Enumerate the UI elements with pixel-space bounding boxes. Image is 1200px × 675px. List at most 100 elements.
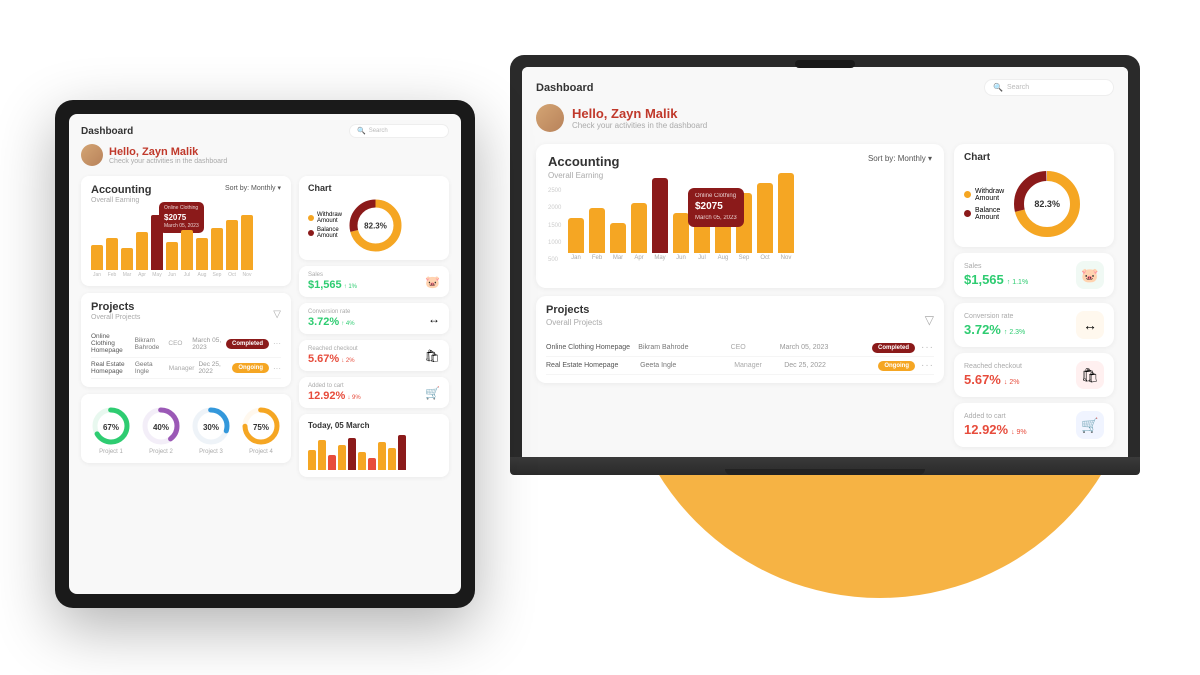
projects-subtitle: Overall Projects [546, 318, 602, 327]
t-bar-jul [181, 230, 193, 270]
svg-text:75%: 75% [253, 423, 269, 432]
tablet-bar-chart [91, 210, 281, 270]
bar-jan: Jan [568, 218, 584, 261]
tablet-stat-label-checkout: Reached checkout [308, 346, 358, 352]
laptop-right-panel: Chart WithdrawAmount BalanceA [954, 144, 1114, 440]
tablet-row-dots[interactable]: ··· [273, 339, 281, 348]
t-bar-mar [121, 248, 133, 270]
stat-icon-checkout: 🛍 [1076, 361, 1104, 389]
donut-value: 82.3% [1034, 199, 1060, 209]
tablet-today-title: Today, 05 March [308, 421, 440, 430]
stat-value-cart: 12.92% [964, 422, 1008, 437]
tablet-search-icon: 🔍 [357, 127, 366, 135]
projects-header: Projects Overall Projects ▽ [546, 304, 934, 335]
accounting-subtitle: Overall Earning [548, 171, 620, 180]
table-row: Online Clothing Homepage Bikram Bahrode … [546, 339, 934, 357]
tablet-donut-value: 82.3% [364, 221, 387, 230]
legend-dot-balance [964, 210, 971, 217]
tablet-sort[interactable]: Sort by: Monthly ▾ [225, 184, 281, 192]
tablet-stat-info-cart: Added to cart 12.92% ↓ 9% [308, 383, 361, 402]
tablet-table-row: Real Estate Homepage Geeta Ingle Manager… [91, 358, 281, 379]
today-bar-10 [398, 435, 406, 470]
svg-text:40%: 40% [153, 423, 169, 432]
stat-card-conversion: Conversion rate 3.72% ↑ 2.3% ↔ [954, 303, 1114, 347]
today-bar-4 [338, 445, 346, 470]
tablet-chart-inner: WithdrawAmount BalanceAmount [308, 198, 440, 253]
accounting-title: Accounting [548, 154, 620, 169]
today-bar-8 [378, 442, 386, 470]
legend-label-balance: BalanceAmount [975, 207, 1000, 221]
filter-icon[interactable]: ▽ [925, 313, 934, 327]
circle-svg-2: 40% [141, 406, 181, 446]
chart-card: Chart WithdrawAmount BalanceA [954, 144, 1114, 247]
y-axis-labels: 2500 2000 1500 1000 500 [548, 188, 561, 263]
tablet-stat-cart: Added to cart 12.92% ↓ 9% 🛒 [299, 377, 449, 408]
laptop-user-subtitle: Check your activities in the dashboard [572, 121, 707, 130]
today-bar-3 [328, 455, 336, 470]
tablet-filter-icon[interactable]: ▽ [273, 309, 281, 320]
tablet-right-panel: Chart WithdrawAmount BalanceA [299, 176, 449, 477]
laptop-search-bar[interactable]: 🔍 Search [984, 79, 1114, 96]
bar-apr: Apr [631, 203, 647, 261]
bar-chart: Jan Feb Mar Apr May Jun Jul Aug Sep [568, 188, 932, 263]
laptop-dashboard: Dashboard 🔍 Search Hello, Zayn Malik Che… [522, 67, 1128, 457]
tablet-accounting-sub: Overall Earning [91, 197, 152, 204]
tablet-chart-card: Chart WithdrawAmount BalanceA [299, 176, 449, 260]
laptop-user-info: Hello, Zayn Malik Check your activities … [572, 106, 707, 130]
circle-svg-1: 67% [91, 406, 131, 446]
row-dots-menu[interactable]: ··· [921, 342, 934, 353]
search-icon: 🔍 [993, 83, 1003, 92]
status-badge-completed: Completed [872, 343, 915, 353]
t-bar-feb [106, 238, 118, 270]
t-bar-nov [241, 215, 253, 270]
stat-change-cart: ↓ 9% [1011, 429, 1027, 436]
tablet-legend: WithdrawAmount BalanceAmount [308, 212, 342, 239]
stat-icon-cart: 🛒 [1076, 411, 1104, 439]
tablet-proj-sub: Overall Projects [91, 314, 140, 321]
tablet-stat-label-cart: Added to cart [308, 383, 361, 389]
tablet-device: Dashboard 🔍 Search Hello, Zayn Malik Che… [55, 100, 475, 608]
tablet-stat-conversion: Conversion rate 3.72% ↑ 4% ↔ [299, 303, 449, 334]
today-bar-7 [368, 458, 376, 470]
sort-dropdown[interactable]: Sort by: Monthly ▾ [868, 154, 932, 163]
project-circle-1: 67% Project 1 [91, 406, 131, 455]
tablet-stat-value-sales: $1,565 [308, 279, 342, 291]
row-dots-menu[interactable]: ··· [921, 360, 934, 371]
stat-info-conversion: Conversion rate 3.72% ↑ 2.3% [964, 313, 1025, 337]
chart-title: Chart [964, 152, 1104, 163]
bar-nov: Nov [778, 173, 794, 261]
legend-item-withdraw: WithdrawAmount [964, 188, 1004, 202]
tablet-user-row: Hello, Zayn Malik Check your activities … [81, 144, 449, 166]
circle-label-4: Project 4 [249, 449, 273, 455]
tablet-stat-change-checkout: ↓ 2% [341, 358, 354, 364]
tablet-main: Accounting Overall Earning Sort by: Mont… [81, 176, 449, 477]
t-bar-apr [136, 232, 148, 270]
stat-card-sales: Sales $1,565 ↑ 1.1% 🐷 [954, 253, 1114, 297]
tablet-stat-value-conversion: 3.72% [308, 316, 339, 328]
laptop-notch [795, 60, 855, 68]
laptop-greeting: Hello, Zayn Malik [572, 106, 707, 121]
stat-value-checkout: 5.67% [964, 372, 1001, 387]
status-badge-ongoing: Ongoing [878, 361, 915, 371]
stat-icon-sales: 🐷 [1076, 261, 1104, 289]
legend-label-withdraw: WithdrawAmount [975, 188, 1004, 202]
tablet-stat-info-conversion: Conversion rate 3.72% ↑ 4% [308, 309, 355, 328]
tablet-dot-withdraw [308, 215, 314, 221]
tablet-bar-labels: Jan Feb Mar Apr May Jun Jul Aug Sep Oc [91, 272, 281, 278]
bar-feb: Feb [589, 208, 605, 261]
tablet-proj-title: Projects [91, 301, 140, 313]
circle-label-1: Project 1 [99, 449, 123, 455]
svg-text:30%: 30% [203, 423, 219, 432]
tablet-search-placeholder: Search [369, 128, 388, 134]
circle-svg-3: 30% [191, 406, 231, 446]
t-bar-jun [166, 242, 178, 270]
tablet-search[interactable]: 🔍 Search [349, 124, 449, 138]
stat-info-cart: Added to cart 12.92% ↓ 9% [964, 413, 1027, 437]
tablet-stat-change-conversion: ↑ 4% [341, 321, 354, 327]
tablet-badge-completed: Completed [226, 339, 269, 349]
tablet-stat-sales: Sales $1,565 ↑ 1% 🐷 [299, 266, 449, 297]
tablet-screen: Dashboard 🔍 Search Hello, Zayn Malik Che… [69, 114, 461, 594]
stat-label-checkout: Reached checkout [964, 363, 1022, 370]
tablet-row-dots2[interactable]: ··· [273, 364, 281, 373]
chart-inner: WithdrawAmount BalanceAmount [964, 169, 1104, 239]
